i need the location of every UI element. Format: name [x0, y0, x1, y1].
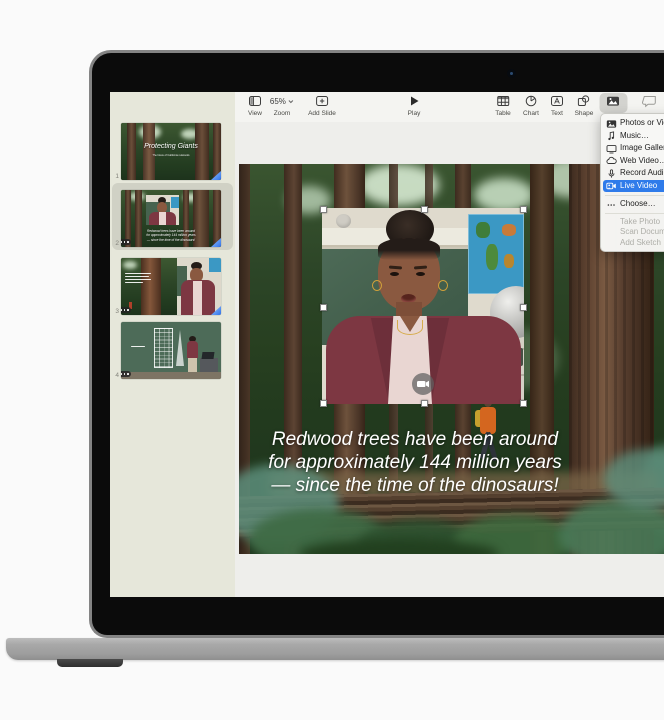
play-button[interactable]: Play: [407, 94, 421, 117]
chalk-tree-sketch: [176, 330, 184, 366]
menu-item-photos-or-video[interactable]: Photos or Video: [601, 117, 664, 130]
thumb2-caption-line3: — since the time of the dinosaurs!: [121, 238, 221, 242]
sidebar-view-icon: [248, 94, 262, 109]
media-badge-icon: [121, 239, 131, 245]
add-slide-button[interactable]: Add Slide: [308, 94, 336, 117]
slide-number-4: 4: [110, 372, 119, 379]
music-icon: [606, 131, 617, 141]
caption-line-2: for approximately 144 million years: [239, 451, 591, 474]
slide-thumbnail-2-selected[interactable]: Redwood trees have been around for appro…: [121, 190, 221, 247]
slide-navigator: 1 Protecting Giants The future of Califo…: [110, 92, 236, 597]
text-button[interactable]: Text: [550, 94, 564, 117]
resize-handle-top-middle[interactable]: [421, 206, 428, 213]
caption-line-3: — since the time of the dinosaurs!: [239, 474, 591, 497]
zoom-control[interactable]: 65% Zoom: [270, 94, 294, 117]
chart-button[interactable]: Chart: [523, 94, 539, 117]
comment-bubble-icon: [642, 94, 657, 109]
earring: [372, 280, 382, 291]
menu-item-live-video-highlighted[interactable]: Live Video: [603, 180, 664, 193]
world-map-poster: [468, 214, 524, 294]
microphone-icon: [606, 169, 617, 179]
chevron-down-icon: [288, 99, 294, 104]
live-video-camera-icon: [606, 181, 617, 191]
menu-item-record-audio[interactable]: Record Audio: [601, 167, 664, 180]
resize-handle-top-right[interactable]: [520, 206, 527, 213]
menu-separator: [605, 213, 664, 214]
menu-item-web-video[interactable]: Web Video…: [601, 155, 664, 168]
media-dropdown-menu: Photos or Video Music… Image Gallery Web…: [600, 113, 664, 252]
photos-icon: [606, 119, 617, 129]
thumb1-subtitle: The future of California redwoods: [121, 154, 221, 157]
add-slide-icon: [308, 94, 336, 109]
slide-number-1: 1: [110, 173, 119, 180]
resize-handle-middle-left[interactable]: [320, 304, 327, 311]
slide-thumbnail-1[interactable]: Protecting Giants The future of Californ…: [121, 123, 221, 180]
table-button[interactable]: Table: [495, 94, 511, 117]
slide-thumbnail-4[interactable]: [121, 322, 221, 379]
menu-item-take-photo-disabled: Take Photo: [601, 217, 664, 228]
shape-icon: [575, 94, 594, 109]
media-badge-icon: [121, 371, 131, 377]
image-gallery-icon: [606, 144, 617, 154]
text-icon: [550, 94, 564, 109]
play-icon: [407, 94, 421, 109]
video-camera-icon: [412, 373, 434, 395]
media-photo-icon: [606, 94, 621, 109]
menu-item-scan-documents-disabled: Scan Documents: [601, 227, 664, 238]
comment-button[interactable]: [642, 94, 657, 110]
web-video-icon: [606, 156, 617, 166]
menu-separator: [605, 195, 664, 196]
menu-item-music[interactable]: Music…: [601, 130, 664, 143]
resize-handle-top-left[interactable]: [320, 206, 327, 213]
slide-number-3: 3: [110, 308, 119, 315]
webcam-dot: [507, 69, 516, 78]
slide-caption-textbox[interactable]: Redwood trees have been around for appro…: [239, 428, 591, 497]
slide-thumbnail-3[interactable]: [121, 258, 221, 315]
wall-clock: [336, 214, 351, 228]
resize-handle-bottom-middle[interactable]: [421, 400, 428, 407]
ellipsis-icon: [606, 200, 617, 210]
caption-line-1: Redwood trees have been around: [239, 428, 591, 451]
table-icon: [495, 94, 511, 109]
media-button[interactable]: [606, 94, 621, 110]
thumb1-title: Protecting Giants: [121, 143, 221, 150]
resize-handle-bottom-left[interactable]: [320, 400, 327, 407]
keynote-window: 1 Protecting Giants The future of Califo…: [110, 92, 664, 597]
chart-icon: [523, 94, 539, 109]
necklace: [397, 320, 423, 335]
menu-item-image-gallery[interactable]: Image Gallery: [601, 142, 664, 155]
resize-handle-bottom-right[interactable]: [520, 400, 527, 407]
menu-item-add-sketch-disabled: Add Sketch: [601, 238, 664, 249]
chalk-building-sketch: [154, 328, 173, 368]
earring: [438, 280, 448, 291]
laptop-on-podium: [202, 352, 215, 359]
slide-number-2: 2: [110, 240, 119, 247]
shape-button[interactable]: Shape: [575, 94, 594, 117]
resize-handle-middle-right[interactable]: [520, 304, 527, 311]
laptop-foot: [57, 659, 123, 667]
zoom-value: 65%: [270, 97, 286, 106]
view-button[interactable]: View: [248, 94, 262, 117]
live-video-feed: [322, 208, 524, 404]
screenshot-stage: 1 Protecting Giants The future of Califo…: [0, 0, 664, 720]
live-video-object[interactable]: [322, 208, 524, 404]
laptop-base: [6, 638, 664, 660]
menu-item-choose[interactable]: Choose…: [601, 198, 664, 211]
media-badge-icon: [121, 307, 131, 313]
thumb2-video-inset: [146, 195, 179, 225]
